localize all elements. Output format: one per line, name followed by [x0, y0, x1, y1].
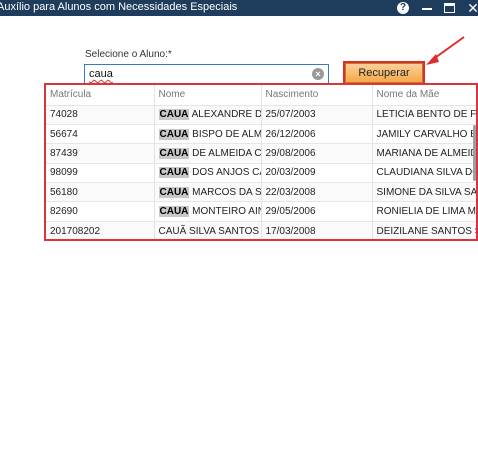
minimize-icon[interactable]	[420, 0, 434, 16]
match-highlight: CAUA	[158, 167, 190, 179]
cell-nome: CAUA DE ALMEIDA CAF	[154, 143, 262, 164]
cell-nascimento: 26/12/2006	[261, 124, 373, 145]
help-icon[interactable]: ?	[396, 0, 410, 16]
cell-nome-rest: DE ALMEIDA CAF	[192, 147, 261, 159]
cell-nome-rest: ALEXANDRE DE F	[191, 109, 260, 121]
cell-nascimento: 17/03/2008	[261, 221, 373, 239]
cell-nascimento: 25/07/2003	[261, 105, 373, 125]
table-row[interactable]: 56180 CAUA MARCOS DA SILV 22/03/2008 SIM…	[46, 182, 476, 203]
column-header-nascimento[interactable]: Nascimento	[261, 85, 373, 106]
cell-nome: CAUÃ SILVA SANTOS	[154, 221, 262, 239]
cell-nome-rest: CAUÃ SILVA SANTOS	[158, 225, 260, 237]
match-highlight: CAUA	[158, 147, 190, 159]
column-header-nome-mae[interactable]: Nome da Mãe	[372, 85, 476, 106]
cell-nome: CAUA BISPO DE ALMEID	[154, 124, 262, 145]
cell-nome-rest: BISPO DE ALMEID	[192, 128, 261, 140]
match-highlight: CAUA	[158, 109, 190, 121]
match-highlight: CAUA	[158, 206, 190, 218]
help-glyph: ?	[397, 2, 409, 14]
cell-nome-rest: MARCOS DA SILV	[192, 186, 261, 198]
grid-scrollbar[interactable]	[473, 125, 476, 181]
student-search-input[interactable]: caua ×	[84, 64, 329, 84]
cell-matricula: 82690	[46, 201, 155, 222]
table-row[interactable]: 87439 CAUA DE ALMEIDA CAF 29/08/2006 MAR…	[46, 143, 476, 164]
window-title: Auxílio para Alunos com Necessidades Esp…	[0, 1, 238, 13]
table-row[interactable]: 74028 CAUA ALEXANDRE DE F 25/07/2003 LET…	[46, 105, 476, 125]
cell-nome-rest: MONTEIRO AINS	[192, 206, 260, 218]
student-results-grid: Matrícula Nome Nascimento Nome da Mãe 74…	[44, 83, 478, 241]
cell-nome-mae: LETICIA BENTO DE FREI	[372, 105, 476, 125]
cell-matricula: 56674	[46, 124, 155, 145]
cell-matricula: 56180	[46, 182, 155, 203]
cell-nome: CAUA MARCOS DA SILV	[154, 182, 262, 203]
cell-nome-mae: CLAUDIANA SILVA DOS	[372, 163, 476, 184]
table-row[interactable]: 56674 CAUA BISPO DE ALMEID 26/12/2006 JA…	[46, 124, 476, 145]
student-field-label: Selecione o Aluno:*	[85, 49, 172, 60]
cell-nome: CAUA DOS ANJOS CAM	[154, 163, 262, 184]
cell-nascimento: 29/05/2006	[261, 201, 373, 222]
column-header-nome[interactable]: Nome	[154, 85, 262, 106]
window-titlebar: Auxílio para Alunos com Necessidades Esp…	[0, 0, 478, 16]
arrow-icon	[426, 36, 465, 65]
cell-nome-mae: JAMILY CARVALHO BISI	[372, 124, 476, 145]
maximize-icon[interactable]	[442, 0, 456, 16]
match-highlight: CAUA	[158, 186, 190, 198]
cell-nome-mae: SIMONE DA SILVA SAN	[372, 182, 476, 203]
cell-matricula: 87439	[46, 143, 155, 164]
table-row[interactable]: 82690 CAUA MONTEIRO AINS 29/05/2006 RONI…	[46, 201, 476, 222]
column-header-matricula[interactable]: Matrícula	[46, 85, 155, 106]
table-header-row: Matrícula Nome Nascimento Nome da Mãe	[46, 85, 476, 106]
table-row[interactable]: 201708202 CAUÃ SILVA SANTOS 17/03/2008 D…	[46, 221, 476, 239]
cell-nascimento: 20/03/2009	[261, 163, 373, 184]
table-row[interactable]: 98099 CAUA DOS ANJOS CAM 20/03/2009 CLAU…	[46, 163, 476, 184]
student-search-value[interactable]: caua	[89, 68, 113, 80]
cell-nome-rest: DOS ANJOS CAM	[192, 167, 260, 179]
cell-nascimento: 29/08/2006	[261, 143, 373, 164]
recover-button[interactable]: Recuperar	[343, 61, 425, 85]
cell-nome: CAUA MONTEIRO AINS	[154, 201, 262, 222]
cell-nome-mae: MARIANA DE ALMEIDA	[372, 143, 476, 164]
cell-nascimento: 22/03/2008	[261, 182, 373, 203]
cell-nome-mae: DEIZILANE SANTOS SIL	[372, 221, 476, 239]
cell-matricula: 201708202	[46, 221, 155, 239]
results-table: Matrícula Nome Nascimento Nome da Mãe 74…	[46, 85, 476, 239]
cell-matricula: 74028	[46, 105, 155, 125]
cell-matricula: 98099	[46, 163, 155, 184]
close-icon[interactable]: ✕	[466, 0, 478, 16]
clear-icon[interactable]: ×	[312, 68, 324, 80]
cell-nome-mae: RONIELIA DE LIMA MO	[372, 201, 476, 222]
match-highlight: CAUA	[158, 128, 190, 140]
cell-nome: CAUA ALEXANDRE DE F	[154, 105, 262, 125]
